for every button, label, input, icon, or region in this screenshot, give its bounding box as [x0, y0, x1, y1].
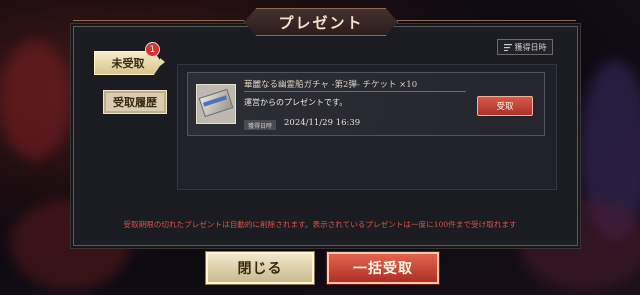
sort-label: 獲得日時 — [514, 42, 547, 52]
tab-history-label: 受取履歴 — [113, 96, 157, 109]
receive-all-button[interactable]: 一括受取 — [327, 252, 439, 284]
tab-history[interactable]: 受取履歴 — [103, 90, 167, 114]
notification-badge: 1 — [145, 42, 160, 57]
close-button-label: 閉じる — [237, 261, 283, 277]
item-description: 運営からのプレゼントです。 — [244, 98, 348, 107]
receive-button[interactable]: 受取 — [477, 96, 533, 116]
receive-all-button-label: 一括受取 — [353, 261, 413, 277]
receive-button-label: 受取 — [496, 102, 514, 112]
sort-icon — [503, 43, 512, 51]
background-art — [0, 40, 70, 160]
active-tab-arrow-icon — [160, 58, 165, 66]
item-date: 2024/11/29 16:39 — [284, 118, 361, 128]
notice-text: 受取期限の切れたプレゼントは自動的に削除されます。表示されているプレゼントは一度… — [123, 220, 517, 229]
header-divider — [73, 20, 244, 21]
item-divider — [244, 91, 466, 92]
tab-unreceived-label: 未受取 — [111, 57, 145, 70]
header-divider — [396, 20, 576, 21]
date-tag: 獲得日時 — [244, 120, 276, 130]
close-button[interactable]: 閉じる — [206, 252, 314, 284]
sort-button[interactable]: 獲得日時 — [497, 39, 553, 55]
page-title: プレゼント — [244, 8, 398, 36]
item-title: 華麗なる幽霊船ガチャ -第2弾- チケット ×10 — [244, 80, 418, 90]
